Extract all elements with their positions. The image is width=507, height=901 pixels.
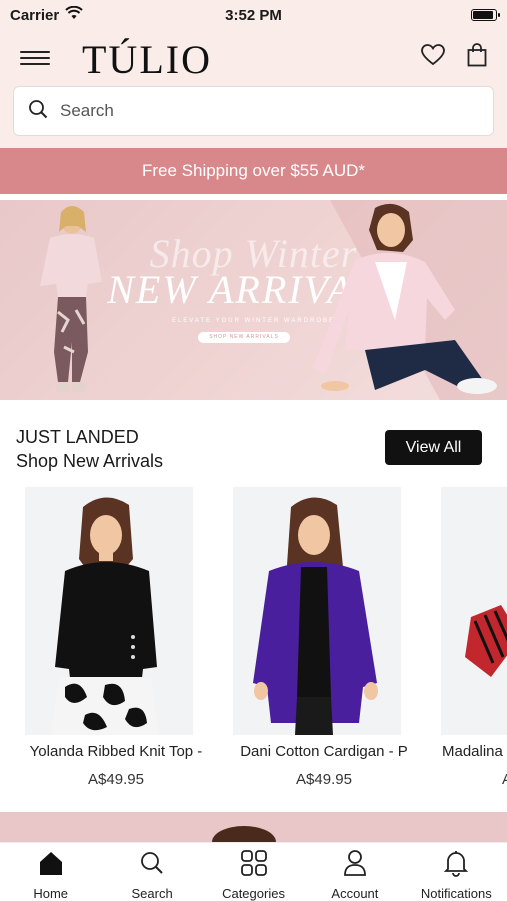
search-bar[interactable] [13, 86, 494, 136]
tab-account[interactable]: Account [304, 843, 405, 901]
status-bar: Carrier 3:52 PM [0, 0, 507, 30]
secondary-banner[interactable] [0, 812, 507, 842]
search-icon [138, 849, 166, 880]
user-icon [341, 849, 369, 880]
hamburger-menu-icon[interactable] [20, 46, 50, 70]
tab-search[interactable]: Search [101, 843, 202, 901]
section-eyebrow: JUST LANDED [16, 427, 139, 447]
search-icon [28, 99, 48, 124]
bell-icon [442, 849, 470, 880]
product-price: A [502, 771, 507, 788]
section-heading: Shop New Arrivals [16, 451, 164, 471]
hero-model-right-image [313, 203, 497, 394]
product-price: A$49.95 [88, 771, 144, 788]
tab-categories[interactable]: Categories [203, 843, 304, 901]
secondary-banner-image [212, 826, 276, 842]
tab-categories-label: Categories [222, 886, 285, 901]
brand-logo[interactable]: TÚLIO [82, 36, 212, 83]
carrier-label: Carrier [10, 6, 60, 24]
product-name: Dani Cotton Cardigan - P [240, 743, 408, 760]
home-icon [37, 849, 65, 880]
tab-home[interactable]: Home [0, 843, 101, 901]
wifi-icon [65, 5, 83, 24]
product-name: Madalina [442, 743, 503, 760]
bottom-tab-bar: Home Search Categories Account Notificat… [0, 842, 507, 901]
just-landed-heading: JUST LANDED Shop New Arrivals [16, 425, 163, 473]
tab-home-label: Home [33, 886, 69, 901]
battery-icon [471, 9, 500, 21]
tab-search-label: Search [131, 886, 173, 901]
tab-account-label: Account [331, 886, 379, 901]
product-carousel[interactable]: Yolanda Ribbed Knit Top - A$49.95 Dani C… [0, 487, 507, 807]
hero-banner[interactable]: Shop Winter NEW ARRIVALS ELEVATE YOUR WI… [0, 200, 507, 400]
status-left: Carrier [10, 5, 83, 24]
heart-icon[interactable] [420, 42, 446, 68]
product-price: A$49.95 [296, 771, 352, 788]
product-name: Yolanda Ribbed Knit Top - [29, 743, 203, 760]
search-input[interactable] [58, 100, 462, 122]
product-image[interactable] [25, 487, 193, 735]
hero-shop-button[interactable]: SHOP NEW ARRIVALS [198, 332, 290, 343]
grid-icon [240, 849, 268, 880]
product-image[interactable] [233, 487, 401, 735]
promo-banner[interactable]: Free Shipping over $55 AUD* [0, 148, 507, 194]
tab-notifications-label: Notifications [420, 886, 492, 901]
product-image[interactable] [441, 487, 507, 735]
app-header: TÚLIO [0, 30, 507, 148]
shopping-bag-icon[interactable] [464, 42, 490, 68]
tab-notifications[interactable]: Notifications [406, 843, 507, 901]
view-all-button[interactable]: View All [385, 430, 482, 465]
promo-text: Free Shipping over $55 AUD* [141, 161, 366, 180]
